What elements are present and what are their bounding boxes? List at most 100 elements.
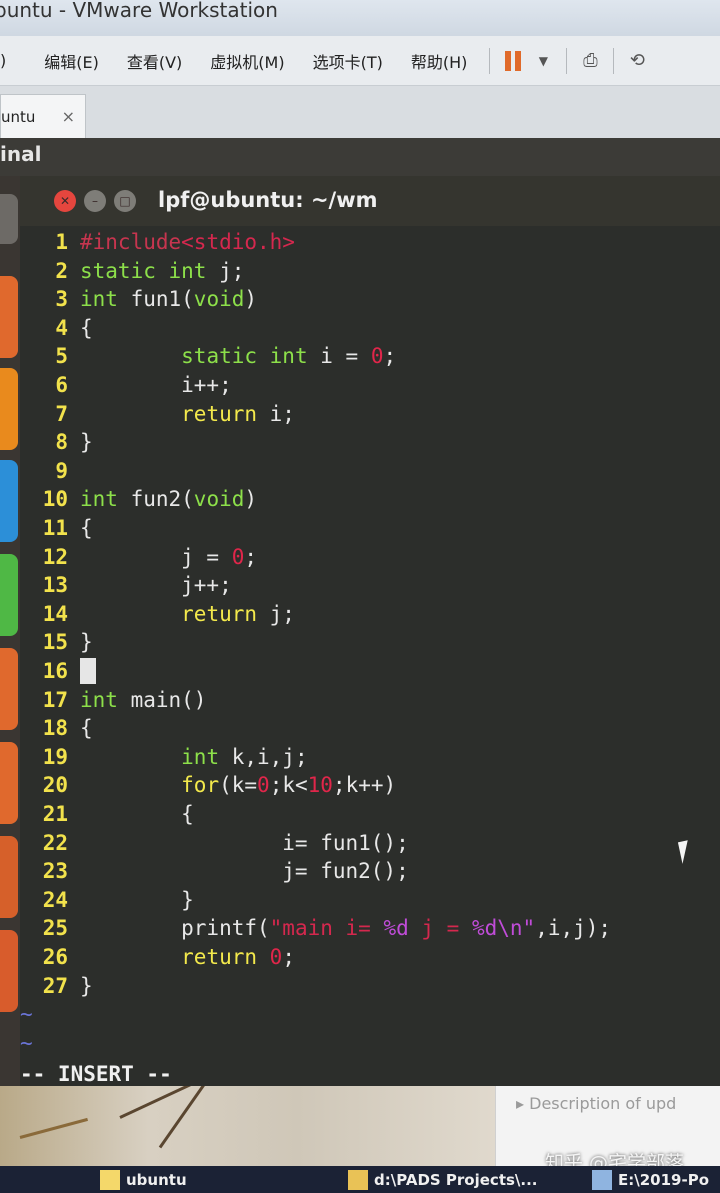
code-line[interactable]: 27}: [20, 972, 720, 1000]
menu-item-vm[interactable]: 虚拟机(M): [196, 49, 298, 73]
minimize-icon[interactable]: –: [84, 190, 106, 212]
code-token: ;k++): [332, 773, 397, 798]
launcher-writer-icon[interactable]: [0, 460, 18, 542]
launcher-calc-icon[interactable]: [0, 554, 18, 636]
menu-item-tabs[interactable]: 选项卡(T): [299, 49, 397, 73]
taskbar-label: ubuntu: [126, 1171, 187, 1189]
launcher-app-icon[interactable]: [0, 836, 18, 918]
toolbar-divider: [613, 47, 615, 74]
code-token: i;: [257, 401, 295, 426]
code-line[interactable]: 6 i++;: [20, 371, 720, 399]
code-line[interactable]: 14 return j;: [20, 600, 720, 628]
code-token: return: [181, 601, 258, 626]
code-token: \n": [497, 916, 536, 941]
tab-ubuntu[interactable]: untu ×: [0, 94, 86, 138]
line-number: 9: [55, 458, 68, 483]
unity-launcher: [0, 176, 20, 1086]
code-token: ;k<: [269, 773, 308, 798]
code-line[interactable]: 17 int main(): [20, 686, 720, 714]
code-token: int: [80, 687, 118, 712]
code-line[interactable]: 3 int fun1(void): [20, 285, 720, 313]
code-line[interactable]: 4{: [20, 314, 720, 342]
code-line[interactable]: 25 printf("main i= %d j = %d \n" ,i,j);: [20, 914, 720, 942]
code-line[interactable]: 10 int fun2(void): [20, 485, 720, 513]
send-keys-icon[interactable]: ⎙: [575, 46, 605, 76]
code-line[interactable]: 1 #include <stdio.h>: [20, 228, 720, 256]
tab-label: untu: [1, 107, 36, 126]
maximize-icon[interactable]: □: [114, 190, 136, 212]
code-line[interactable]: 24 }: [20, 886, 720, 914]
launcher-software-icon[interactable]: [0, 742, 18, 824]
line-number: 16: [42, 659, 68, 683]
code-line[interactable]: 13 j++;: [20, 571, 720, 599]
close-icon[interactable]: ×: [62, 107, 75, 126]
line-number: 14: [42, 601, 68, 626]
code-line[interactable]: 16: [20, 657, 720, 685]
code-line[interactable]: 9: [20, 457, 720, 485]
branch-shape: [119, 1086, 221, 1119]
code-token: main(): [117, 687, 207, 712]
code-line[interactable]: 8}: [20, 428, 720, 456]
code-token: 0: [370, 344, 384, 369]
line-number: 13: [42, 573, 68, 598]
chevron-down-icon[interactable]: ▼: [528, 46, 558, 76]
code-line[interactable]: 20 for (k= 0 ;k< 10 ;k++): [20, 771, 720, 799]
taskbar-item-e-drive[interactable]: E:\2019-Po: [592, 1170, 709, 1190]
code-token: static int: [80, 258, 207, 283]
code-line[interactable]: 5 static int i = 0;: [20, 342, 720, 370]
code-line[interactable]: 2 static int j;: [20, 257, 720, 285]
code-line[interactable]: 23 j= fun2();: [20, 857, 720, 885]
code-token: ;: [282, 945, 295, 969]
line-number: 19: [42, 744, 68, 769]
code-token: j++;: [80, 573, 232, 598]
menu-item-help[interactable]: 帮助(H): [397, 49, 482, 73]
taskbar-item-pads[interactable]: d:\PADS Projects\...: [348, 1170, 538, 1190]
menu-item-partial[interactable]: ): [0, 51, 30, 70]
code-token: void: [193, 487, 245, 512]
code-line[interactable]: 15}: [20, 628, 720, 656]
code-line[interactable]: 21 {: [20, 800, 720, 828]
code-line[interactable]: 12 j = 0;: [20, 543, 720, 571]
code-token: j= fun2();: [80, 859, 409, 884]
pause-button[interactable]: [498, 46, 528, 76]
taskbar-item-ubuntu[interactable]: ubuntu: [100, 1170, 187, 1190]
code-line[interactable]: 18 {: [20, 714, 720, 742]
code-token: printf(: [80, 916, 270, 941]
close-icon[interactable]: ✕: [54, 190, 76, 212]
launcher-files-icon[interactable]: [0, 276, 18, 358]
code-token: {: [80, 315, 93, 340]
code-token: return: [181, 945, 258, 969]
code-token: int: [80, 487, 118, 512]
launcher-firefox-icon[interactable]: [0, 368, 18, 450]
code-token: k,i,j;: [219, 744, 308, 769]
line-number: 24: [42, 887, 68, 912]
launcher-home-icon[interactable]: [0, 194, 18, 244]
code-line[interactable]: 26 return 0;: [20, 943, 720, 971]
code-token: 0: [269, 945, 283, 969]
snapshot-icon[interactable]: ⟲: [622, 46, 652, 76]
terminal-window[interactable]: ✕ – □ lpf@ubuntu: ~/wm 1 #include <stdio.h…: [20, 176, 720, 1088]
code-token: %d: [383, 916, 409, 941]
toolbar-divider: [489, 47, 491, 74]
window-title: buntu - VMware Workstation: [0, 0, 278, 22]
code-line[interactable]: 7 return i;: [20, 400, 720, 428]
vmware-icon: [100, 1170, 120, 1190]
code-token: fun1(: [117, 287, 194, 312]
code-line[interactable]: 19 int k,i,j;: [20, 743, 720, 771]
code-line[interactable]: 11 {: [20, 514, 720, 542]
launcher-app-icon[interactable]: [0, 930, 18, 1012]
code-token: ;: [383, 344, 397, 369]
line-number: 20: [42, 773, 68, 798]
menu-item-edit[interactable]: 编辑(E): [30, 49, 113, 73]
code-line[interactable]: 22 i= fun1();: [20, 829, 720, 857]
code-token: "main i=: [269, 916, 384, 941]
menu-bar: ) 编辑(E) 查看(V) 虚拟机(M) 选项卡(T) 帮助(H) ▼ ⎙ ⟲: [0, 36, 720, 86]
line-number: 26: [42, 945, 68, 969]
code-token: 0: [231, 544, 245, 569]
code-token: ): [244, 487, 258, 512]
window-title-bar: buntu - VMware Workstation: [0, 0, 720, 36]
launcher-impress-icon[interactable]: [0, 648, 18, 730]
menu-item-view[interactable]: 查看(V): [113, 49, 196, 73]
vm-top-panel: inal: [0, 138, 720, 176]
